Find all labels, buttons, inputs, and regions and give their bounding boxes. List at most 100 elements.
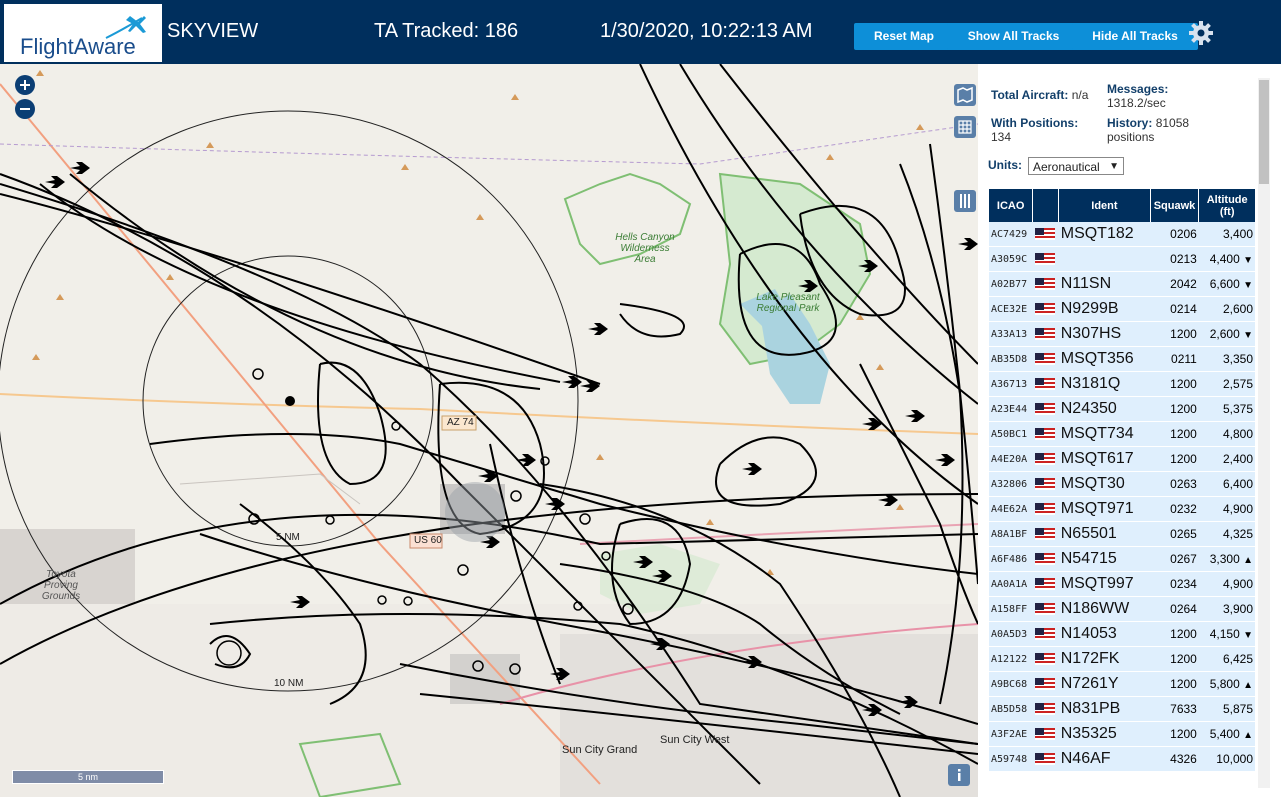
table-row[interactable]: A12122 N172FK 1200 6,425 (989, 646, 1255, 672)
row-altitude: 6,600 ▼ (1198, 271, 1255, 297)
row-ident: N24350 (1058, 396, 1151, 422)
row-squawk: 2042 (1150, 271, 1199, 297)
scrollbar-thumb[interactable] (1259, 80, 1269, 184)
us-flag-icon (1032, 222, 1059, 247)
row-ident: MSQT971 (1058, 496, 1151, 522)
us-flag-icon (1032, 521, 1059, 547)
table-row[interactable]: A158FF N186WW 0264 3,900 (989, 596, 1255, 622)
scale-bar: 5 nm (12, 770, 164, 784)
us-flag-icon (1032, 496, 1059, 522)
row-icao: AA0A1A (989, 571, 1033, 597)
us-flag-icon (1032, 296, 1059, 322)
row-ident: MSQT182 (1058, 222, 1151, 247)
reset-map-button[interactable]: Reset Map (854, 23, 954, 50)
trend-icon: ▼ (1243, 330, 1253, 341)
table-row[interactable]: AC7429 MSQT182 0206 3,400 (989, 222, 1255, 247)
sun-city-west-label: Sun City West (660, 734, 730, 746)
row-ident: N54715 (1058, 546, 1151, 572)
row-altitude: 4,900 (1198, 496, 1255, 522)
row-icao: A23E44 (989, 396, 1033, 422)
table-row[interactable]: A59748 N46AF 4326 10,000 (989, 746, 1255, 772)
row-squawk: 0211 (1150, 346, 1199, 372)
trend-icon: ▼ (1243, 630, 1253, 641)
units-select[interactable]: Aeronautical ▼ (1028, 157, 1124, 175)
table-row[interactable]: A36713 N3181Q 1200 2,575 (989, 371, 1255, 397)
row-icao: A02B77 (989, 271, 1033, 297)
us-flag-icon (1032, 471, 1059, 497)
col-ident[interactable]: Ident (1058, 189, 1151, 222)
col-squawk[interactable]: Squawk (1150, 189, 1200, 222)
table-row[interactable]: AA0A1A MSQT997 0234 4,900 (989, 571, 1255, 597)
table-row[interactable]: A6F486 N54715 0267 3,300 ▲ (989, 546, 1255, 572)
zoom-out-icon[interactable] (14, 98, 36, 120)
col-icao[interactable]: ICAO (989, 189, 1034, 222)
row-squawk: 7633 (1150, 696, 1199, 722)
row-altitude: 5,800 ▲ (1198, 671, 1255, 697)
table-row[interactable]: A32806 MSQT30 0263 6,400 (989, 471, 1255, 497)
row-ident: N186WW (1058, 596, 1151, 622)
row-ident: MSQT734 (1058, 421, 1151, 447)
col-altitude[interactable]: Altitude (ft) (1198, 189, 1255, 222)
row-squawk: 1200 (1150, 446, 1199, 472)
row-icao: A3059C (989, 246, 1033, 272)
us-flag-icon (1032, 546, 1059, 572)
trend-icon: ▲ (1243, 680, 1253, 691)
table-row[interactable]: A23E44 N24350 1200 5,375 (989, 396, 1255, 422)
table-row[interactable]: A50BC1 MSQT734 1200 4,800 (989, 421, 1255, 447)
us-flag-icon (1032, 721, 1059, 747)
row-ident: N11SN (1058, 271, 1151, 297)
chevron-down-icon: ▼ (1109, 161, 1119, 172)
tracked-count: TA Tracked: 186 (374, 20, 519, 42)
col-flag[interactable] (1032, 189, 1060, 222)
table-row[interactable]: A0A5D3 N14053 1200 4,150 ▼ (989, 621, 1255, 647)
table-row[interactable]: A3059C 0213 4,400 ▼ (989, 246, 1255, 272)
datetime-readout: 1/30/2020, 10:22:13 AM (600, 20, 813, 42)
zoom-in-icon[interactable] (14, 74, 36, 96)
units-label: Units: (988, 158, 1022, 172)
proving-grounds-label: Toyota Proving Grounds (41, 569, 81, 602)
table-row[interactable]: AB5D58 N831PB 7633 5,875 (989, 696, 1255, 722)
us-flag-icon (1032, 321, 1059, 347)
row-squawk: 1200 (1150, 396, 1199, 422)
table-row[interactable]: A02B77 N11SN 2042 6,600 ▼ (989, 271, 1255, 297)
gear-icon[interactable] (1188, 20, 1214, 46)
row-altitude: 4,900 (1198, 571, 1255, 597)
row-squawk: 1200 (1150, 646, 1199, 672)
row-altitude: 3,350 (1198, 346, 1255, 372)
table-row[interactable]: A8A1BF N65501 0265 4,325 (989, 521, 1255, 547)
table-row[interactable]: A9BC68 N7261Y 1200 5,800 ▲ (989, 671, 1255, 697)
map-canvas[interactable]: Hells Canyon Wilderness Area Lake Pleasa… (0, 64, 978, 797)
show-all-tracks-button[interactable]: Show All Tracks (947, 23, 1080, 50)
row-altitude: 5,875 (1198, 696, 1255, 722)
table-row[interactable]: ACE32E N9299B 0214 2,600 (989, 296, 1255, 322)
table-row[interactable]: A33A13 N307HS 1200 2,600 ▼ (989, 321, 1255, 347)
panel-scrollbar[interactable] (1258, 78, 1270, 788)
grid-icon[interactable] (954, 116, 976, 138)
row-ident: N831PB (1058, 696, 1151, 722)
ten-nm-label: 10 NM (274, 678, 304, 689)
row-squawk: 1200 (1150, 721, 1199, 747)
table-row[interactable]: A4E62A MSQT971 0232 4,900 (989, 496, 1255, 522)
row-altitude: 4,400 ▼ (1198, 246, 1255, 272)
info-icon[interactable] (948, 764, 970, 786)
flightaware-logo[interactable]: FlightAware (4, 4, 162, 62)
product-name: SKYVIEW (167, 20, 259, 42)
row-altitude: 4,325 (1198, 521, 1255, 547)
map-layer-icon[interactable] (954, 84, 976, 106)
us-flag-icon (1032, 571, 1059, 597)
trend-icon: ▲ (1243, 555, 1253, 566)
table-row[interactable]: A3F2AE N35325 1200 5,400 ▲ (989, 721, 1255, 747)
messages-label: Messages: (1107, 82, 1169, 96)
us-flag-icon (1032, 271, 1059, 297)
aircraft-table-body: AC7429 MSQT182 0206 3,400 A3059C 0213 4,400 ▼… (989, 222, 1255, 772)
columns-icon[interactable] (954, 190, 976, 212)
hide-all-tracks-button[interactable]: Hide All Tracks (1072, 23, 1198, 50)
row-altitude: 6,425 (1198, 646, 1255, 672)
table-row[interactable]: AB35D8 MSQT356 0211 3,350 (989, 346, 1255, 372)
airplane-logo-icon (105, 16, 146, 39)
row-icao: AB35D8 (989, 346, 1033, 372)
table-row[interactable]: A4E20A MSQT617 1200 2,400 (989, 446, 1255, 472)
history-label: History: (1107, 116, 1153, 130)
row-icao: A3F2AE (989, 721, 1033, 747)
us-flag-icon (1032, 671, 1059, 697)
